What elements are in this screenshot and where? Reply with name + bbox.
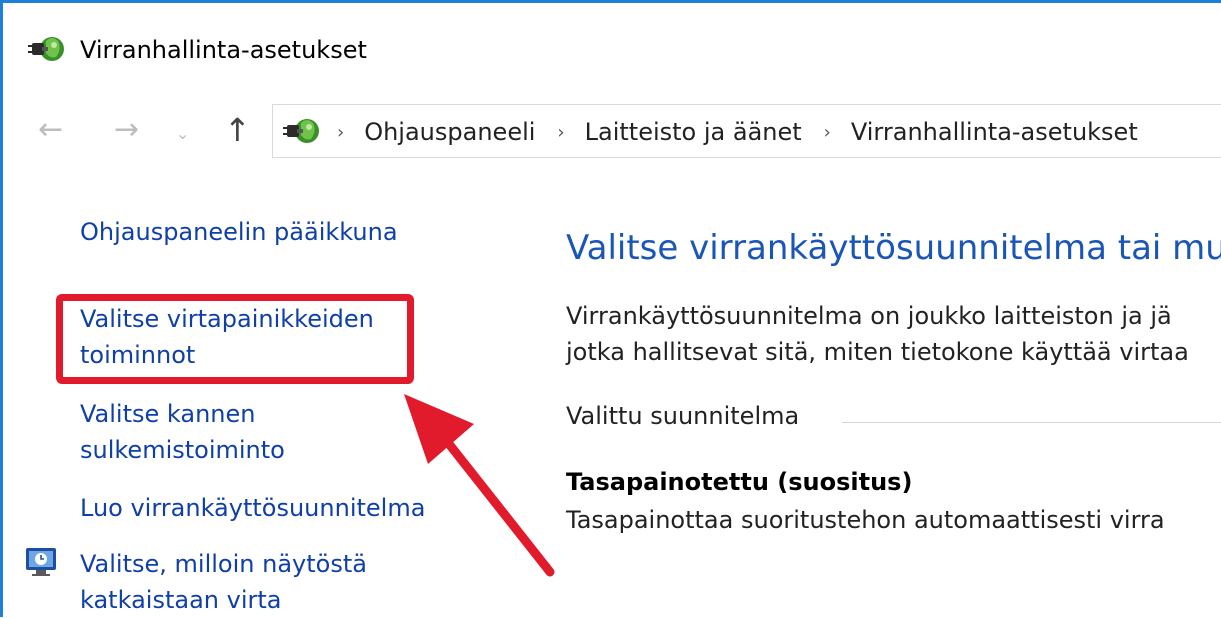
main-content: Valitse virrankäyttösuunnitelma tai mu V… xyxy=(520,200,1221,617)
plan-description: Tasapainottaa suoritustehon automaattise… xyxy=(566,506,1165,534)
page-description: Virrankäyttösuunnitelma on joukko laitte… xyxy=(566,298,1189,370)
sidebar-link-lid-close[interactable]: Valitse kannen sulkemistoiminto xyxy=(80,396,285,468)
sidebar-link-power-buttons[interactable]: Valitse virtapainikkeiden toiminnot xyxy=(80,301,374,373)
sidebar-link-home[interactable]: Ohjauspaneelin pääikkuna xyxy=(80,214,398,250)
power-options-icon xyxy=(283,119,319,143)
address-bar[interactable]: › Ohjauspaneeli › Laitteisto ja äänet › … xyxy=(272,104,1221,158)
breadcrumb-separator-icon: › xyxy=(823,121,831,143)
navigation-bar: ← → ⌄ ↑ › Ohjauspaneeli › Laitteisto ja … xyxy=(0,100,1221,162)
recent-locations-chevron-icon[interactable]: ⌄ xyxy=(176,116,189,152)
sidebar-link-display-off[interactable]: Valitse, milloin näytöstä katkaistaan vi… xyxy=(80,546,367,618)
monitor-clock-icon xyxy=(26,548,56,576)
title-bar: Virranhallinta-asetukset xyxy=(0,22,1221,76)
breadcrumb-ohjauspaneeli[interactable]: Ohjauspaneeli xyxy=(364,118,535,146)
page-heading: Valitse virrankäyttösuunnitelma tai mu xyxy=(566,228,1221,268)
back-arrow-icon[interactable]: ← xyxy=(38,112,63,148)
breadcrumb-laitteisto-ja-aanet[interactable]: Laitteisto ja äänet xyxy=(585,118,802,146)
forward-arrow-icon[interactable]: → xyxy=(114,112,139,148)
description-line: jotka hallitsevat sitä, miten tietokone … xyxy=(566,338,1189,366)
sidebar-link-label: Valitse kannen xyxy=(80,400,256,428)
power-options-icon xyxy=(28,37,64,61)
window-border-top xyxy=(0,0,1221,3)
sidebar-link-label: Valitse, milloin näytöstä xyxy=(80,550,367,578)
section-divider xyxy=(842,422,1221,423)
breadcrumb-separator-icon: › xyxy=(337,121,345,143)
selected-plan-section-label: Valittu suunnitelma xyxy=(566,402,800,430)
sidebar-link-label: Valitse virtapainikkeiden xyxy=(80,305,374,333)
window-title: Virranhallinta-asetukset xyxy=(80,36,367,64)
breadcrumb: › Ohjauspaneeli › Laitteisto ja äänet › … xyxy=(337,105,1160,159)
plan-option-balanced[interactable]: Tasapainotettu (suositus) xyxy=(566,468,912,496)
sidebar-link-label: sulkemistoiminto xyxy=(80,436,285,464)
breadcrumb-virranhallinta-asetukset[interactable]: Virranhallinta-asetukset xyxy=(851,118,1138,146)
breadcrumb-separator-icon: › xyxy=(557,121,565,143)
sidebar-link-create-plan[interactable]: Luo virrankäyttösuunnitelma xyxy=(80,490,425,526)
sidebar-link-label: katkaistaan virta xyxy=(80,586,282,614)
up-arrow-icon[interactable]: ↑ xyxy=(224,112,251,148)
sidebar-link-label: toiminnot xyxy=(80,341,196,369)
description-line: Virrankäyttösuunnitelma on joukko laitte… xyxy=(566,302,1172,330)
